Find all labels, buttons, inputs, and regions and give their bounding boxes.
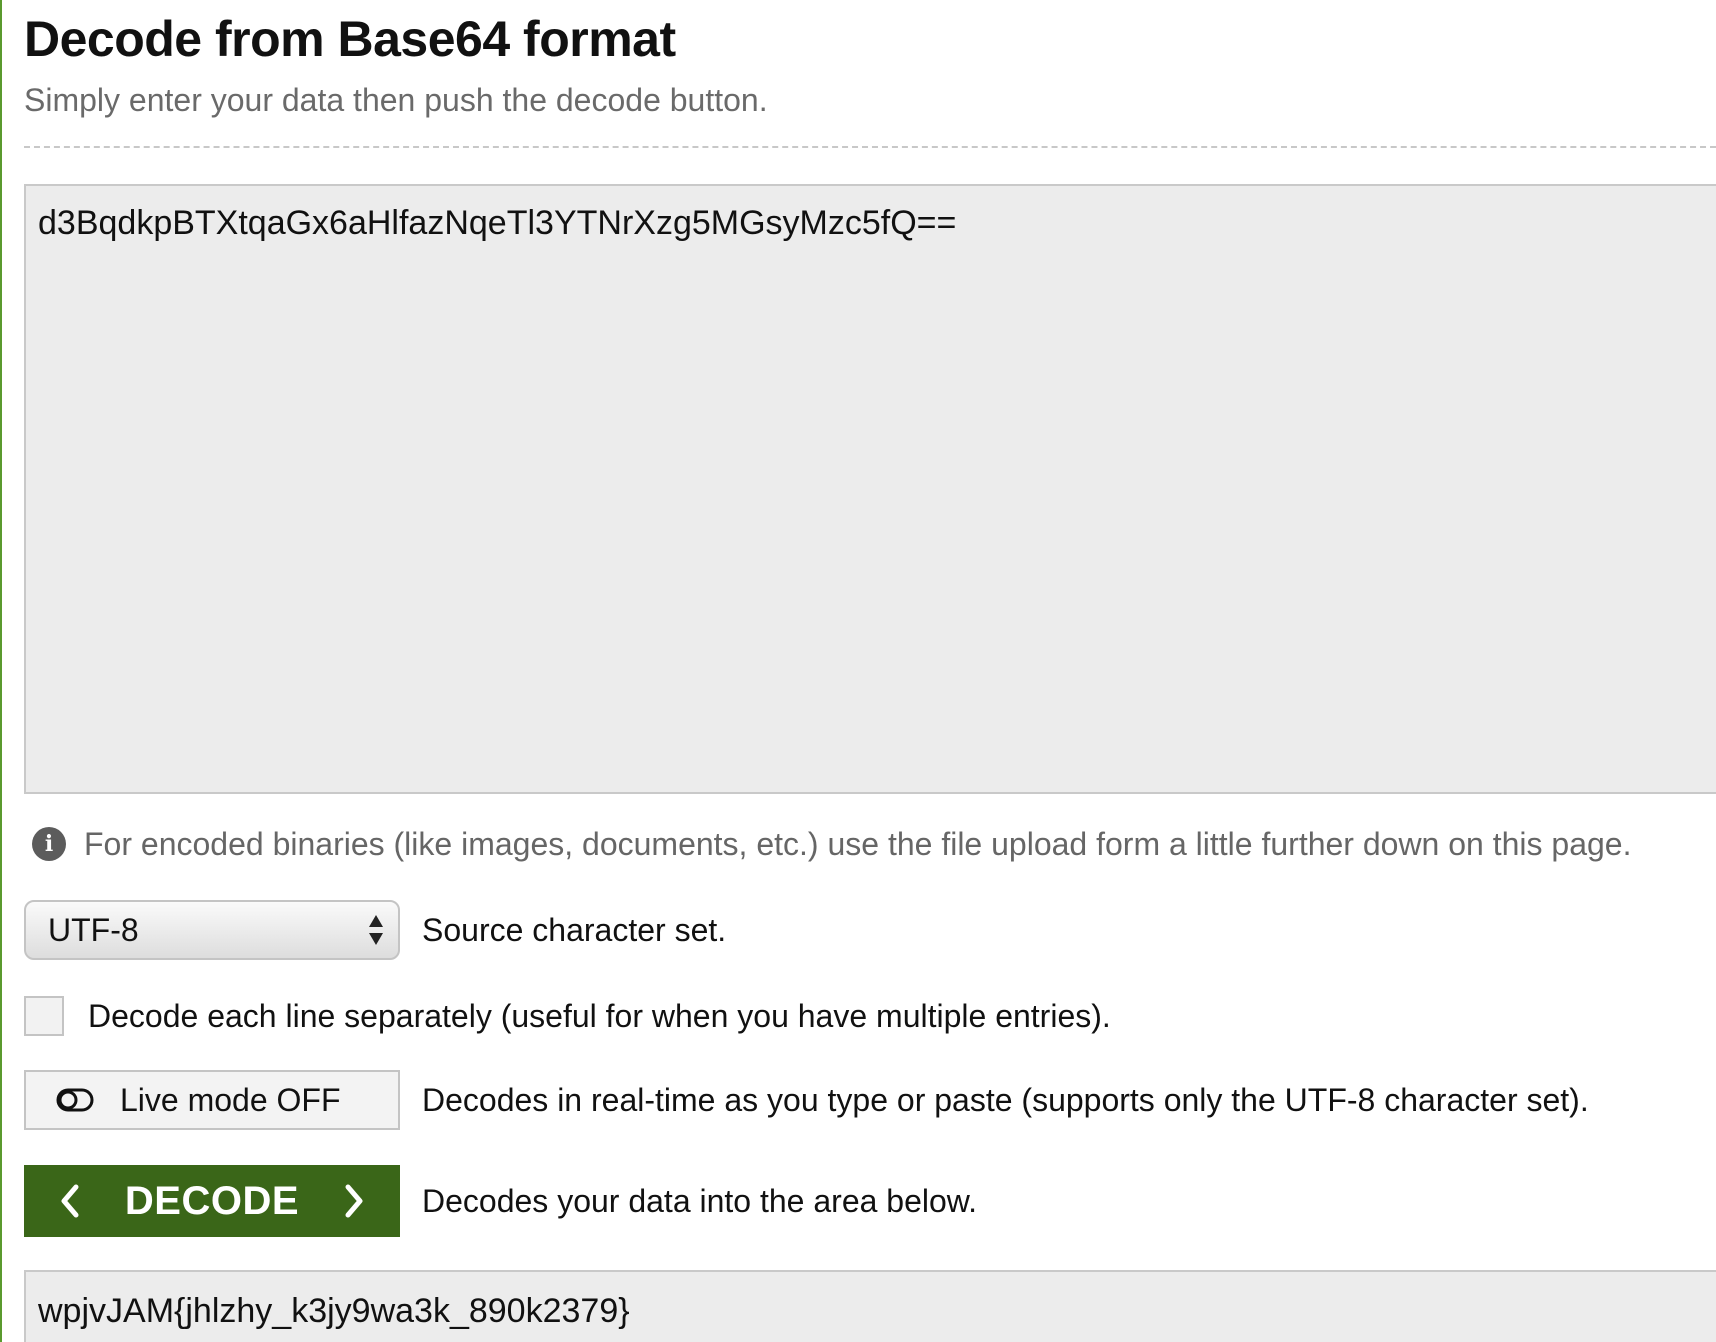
charset-description: Source character set. [422, 911, 727, 948]
decoded-output-textarea[interactable]: wpjvJAM{jhlzhy_k3jy9wa3k_890k2379} [24, 1270, 1716, 1342]
page-title: Decode from Base64 format [24, 11, 676, 67]
decode-button-label: DECODE [124, 1178, 300, 1223]
left-border [0, 0, 2, 1342]
base64-input-textarea[interactable]: d3BqdkpBTXtqaGx6aHlfazNqeTl3YTNrXzg5MGsy… [24, 184, 1716, 794]
decode-button[interactable]: DECODE [24, 1165, 400, 1237]
live-mode-toggle-button[interactable]: Live mode OFF [24, 1070, 400, 1130]
page-subtitle: Simply enter your data then push the dec… [24, 82, 768, 118]
decode-each-line-label: Decode each line separately (useful for … [88, 997, 1111, 1034]
info-text: For encoded binaries (like images, docum… [84, 825, 1632, 862]
info-icon: i [32, 827, 66, 861]
live-mode-label: Live mode OFF [120, 1081, 341, 1118]
page: Decode from Base64 format Simply enter y… [0, 0, 1716, 1342]
decode-each-line-checkbox[interactable] [24, 996, 64, 1036]
chevron-right-icon [345, 1184, 363, 1218]
charset-selected-value: UTF-8 [48, 911, 139, 948]
charset-row: UTF-8 Source character set. [24, 900, 726, 960]
dashed-divider [24, 146, 1716, 148]
binary-info-note: i For encoded binaries (like images, doc… [32, 824, 1631, 864]
chevron-left-icon [61, 1184, 79, 1218]
decode-row: DECODE Decodes your data into the area b… [24, 1165, 977, 1237]
toggle-off-icon [56, 1088, 94, 1112]
decode-description: Decodes your data into the area below. [422, 1182, 978, 1219]
charset-select[interactable]: UTF-8 [24, 900, 400, 960]
line-mode-row: Decode each line separately (useful for … [24, 996, 1111, 1036]
live-mode-description: Decodes in real-time as you type or past… [422, 1081, 1589, 1118]
select-arrows-icon [368, 913, 384, 947]
live-mode-row: Live mode OFF Decodes in real-time as yo… [24, 1070, 1589, 1130]
